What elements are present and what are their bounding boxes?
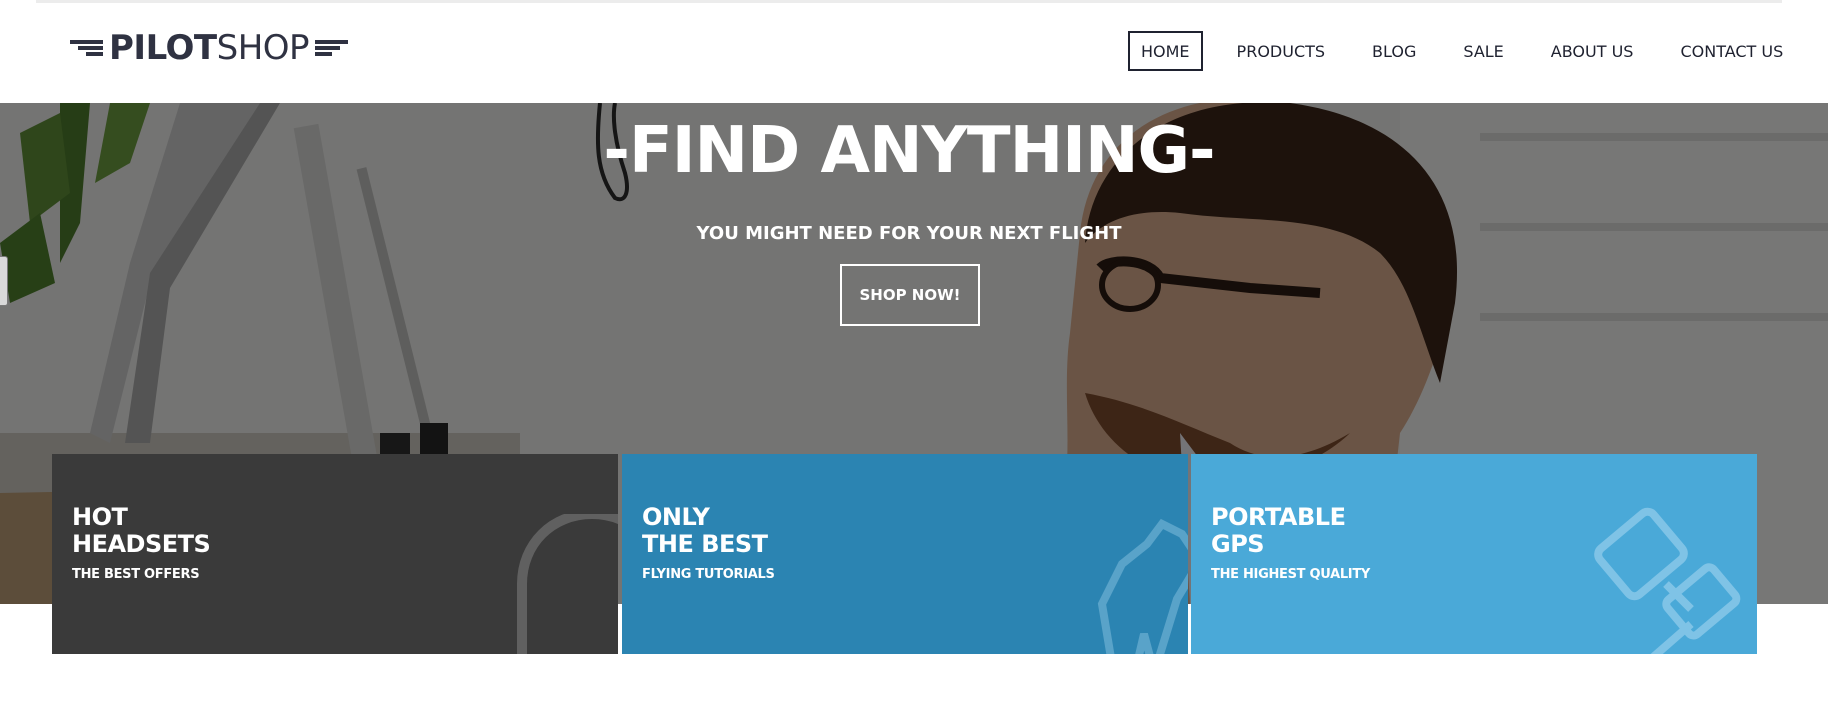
brand-name: PILOTSHOP [109,28,310,68]
side-panel-toggle[interactable] [0,256,8,306]
nav-item-home[interactable]: HOME [1128,31,1203,71]
site-header: PILOTSHOP HOME PRODUCTS BLOG SALE ABOUT … [0,3,1828,103]
nav-item-sale[interactable]: SALE [1450,31,1516,71]
card-title-line: THE BEST [642,530,768,558]
brand-name-light: SHOP [216,28,310,68]
card-subtitle: THE HIGHEST QUALITY [1211,567,1371,582]
promo-card-gps[interactable]: PORTABLE GPS THE HIGHEST QUALITY [1191,454,1757,654]
brand-name-bold: PILOT [109,28,217,68]
hero-subtitle: YOU MIGHT NEED FOR YOUR NEXT FLIGHT [696,223,1122,244]
main-nav: HOME PRODUCTS BLOG SALE ABOUT US CONTACT… [1128,30,1796,72]
card-title: ONLY THE BEST [642,504,768,558]
card-title-line: HEADSETS [72,530,211,558]
nav-item-products[interactable]: PRODUCTS [1224,31,1339,71]
card-title-line: PORTABLE [1211,503,1346,531]
card-subtitle: FLYING TUTORIALS [642,567,775,582]
card-title: HOT HEADSETS [72,503,211,558]
gps-device-icon [1594,507,1741,654]
nav-item-blog[interactable]: BLOG [1359,31,1429,71]
nav-item-contact-us[interactable]: CONTACT US [1667,31,1796,71]
hero-title: -FIND ANYTHING- [603,114,1215,188]
wing-icon [70,40,103,56]
pilot-uniform-icon [1097,518,1188,654]
wing-icon [315,40,349,56]
nav-item-about-us[interactable]: ABOUT US [1538,31,1647,71]
site-logo[interactable]: PILOTSHOP [70,25,349,71]
card-title-line: GPS [1211,530,1265,558]
card-title-line: HOT [72,503,128,531]
headset-icon [517,514,618,654]
card-title: PORTABLE GPS [1211,503,1346,558]
shop-now-button[interactable]: SHOP NOW! [840,264,980,326]
promo-card-headsets[interactable]: HOT HEADSETS THE BEST OFFERS [52,454,618,654]
card-title-line: ONLY [642,503,710,531]
card-subtitle: THE BEST OFFERS [72,567,200,582]
promo-card-tutorials[interactable]: ONLY THE BEST FLYING TUTORIALS [622,454,1188,654]
